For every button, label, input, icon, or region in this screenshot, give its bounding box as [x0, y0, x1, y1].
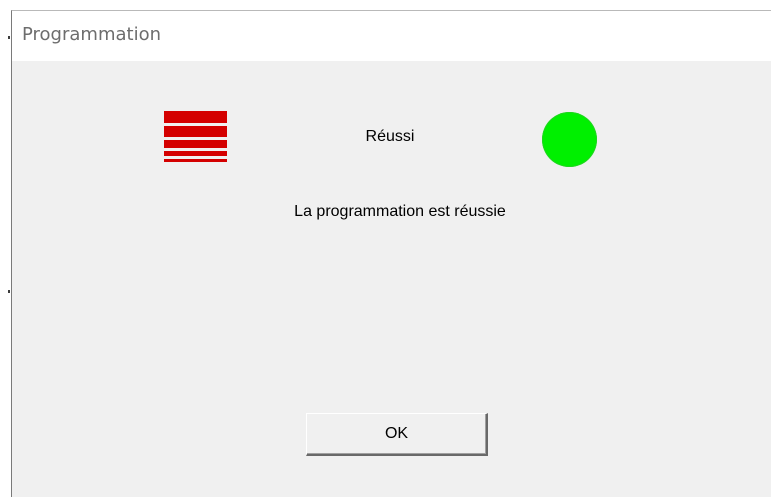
window-edge-tick: [8, 36, 10, 39]
logo-stripe: [164, 126, 227, 137]
title-bar[interactable]: Programmation: [12, 11, 771, 61]
logo-stripe: [164, 151, 227, 156]
status-label: Réussi: [365, 128, 415, 145]
success-indicator-icon: [542, 112, 597, 167]
logo-stripe: [164, 111, 227, 123]
logo-stripe: [164, 140, 227, 148]
striped-logo-icon: [164, 111, 227, 163]
ok-button[interactable]: OK: [306, 413, 488, 456]
result-message: La programmation est réussie: [294, 203, 506, 220]
logo-stripe: [164, 159, 227, 162]
window-edge-tick: [8, 290, 10, 293]
window-title: Programmation: [22, 24, 161, 45]
